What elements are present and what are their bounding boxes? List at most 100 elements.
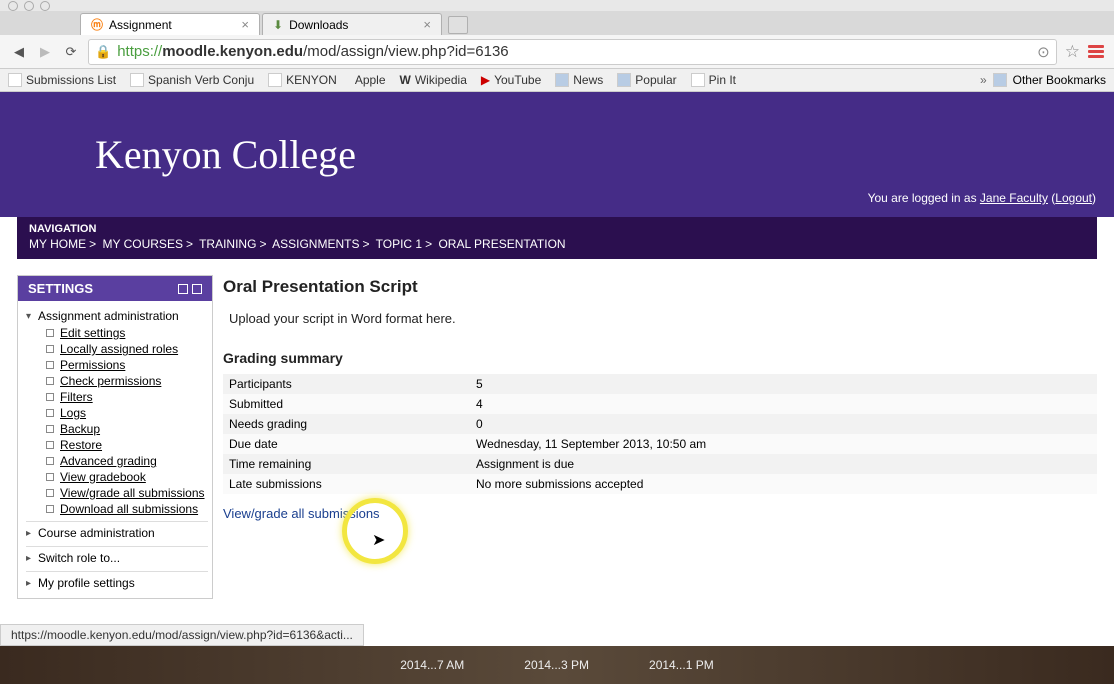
settings-link[interactable]: Backup [60,422,100,436]
settings-link[interactable]: Locally assigned roles [60,342,178,356]
square-icon [46,361,54,369]
settings-link[interactable]: Download all submissions [60,502,198,516]
settings-item[interactable]: View gradebook [46,469,208,485]
close-icon[interactable]: × [241,17,249,32]
close-icon[interactable]: × [423,17,431,32]
settings-item[interactable]: Check permissions [46,373,208,389]
crumb-training[interactable]: TRAINING [199,237,256,251]
bookmark-pin-it[interactable]: Pin It [691,73,736,87]
settings-item[interactable]: Edit settings [46,325,208,341]
page-icon [691,73,705,87]
settings-link[interactable]: Check permissions [60,374,161,388]
square-icon [46,345,54,353]
settings-item[interactable]: Filters [46,389,208,405]
bottom-item: 2014...3 PM [524,658,589,672]
reload-button[interactable]: ⟳ [62,43,80,61]
bookmark-wikipedia[interactable]: WWikipedia [400,73,467,87]
row-value: 4 [470,394,1097,414]
settings-item[interactable]: Backup [46,421,208,437]
site-header: Kenyon College You are logged in as Jane… [0,92,1114,217]
crumb-assignments[interactable]: ASSIGNMENTS [272,237,359,251]
settings-item[interactable]: View/grade all submissions [46,485,208,501]
settings-link[interactable]: Advanced grading [60,454,157,468]
row-label: Needs grading [223,414,470,434]
tree-item-course-admin[interactable]: ▸Course administration [26,521,208,542]
bookmark-kenyon[interactable]: KENYON [268,73,337,87]
bookmark-label: KENYON [286,73,337,87]
tree-item-switch-role[interactable]: ▸Switch role to... [26,546,208,567]
settings-item[interactable]: Restore [46,437,208,453]
logout-link[interactable]: Logout [1055,191,1092,205]
minimize-block-icon[interactable] [178,284,188,294]
other-bookmarks-label: Other Bookmarks [1013,73,1106,87]
bookmark-label: YouTube [494,73,541,87]
page: Kenyon College You are logged in as Jane… [0,92,1114,609]
row-value: No more submissions accepted [470,474,1097,494]
square-icon [46,505,54,513]
bottom-item: 2014...1 PM [649,658,714,672]
youtube-icon: ▶ [481,73,490,87]
url-box[interactable]: 🔒 https://moodle.kenyon.edu/mod/assign/v… [88,39,1057,65]
table-row: Time remainingAssignment is due [223,454,1097,474]
square-icon [46,329,54,337]
bookmark-popular[interactable]: Popular [617,73,676,87]
navigation-title: NAVIGATION [29,223,1085,237]
settings-item[interactable]: Locally assigned roles [46,341,208,357]
bookmark-label: Apple [355,73,386,87]
breadcrumb: MY HOME> MY COURSES> TRAINING> ASSIGNMEN… [29,237,1085,251]
settings-link[interactable]: Restore [60,438,102,452]
back-button[interactable]: ◀ [10,43,28,61]
url-text: https://moodle.kenyon.edu/mod/assign/vie… [117,43,1031,60]
menu-icon[interactable] [1088,45,1104,58]
bookmark-spanish-verb[interactable]: Spanish Verb Conju [130,73,254,87]
maximize-dot[interactable] [40,1,50,11]
close-dot[interactable] [8,1,18,11]
tab-assignment[interactable]: ⓜ Assignment × [80,13,260,35]
page-icon [8,73,22,87]
address-bar: ◀ ▶ ⟳ 🔒 https://moodle.kenyon.edu/mod/as… [0,35,1114,69]
bookmark-star-icon[interactable]: ☆ [1065,42,1080,62]
settings-item[interactable]: Permissions [46,357,208,373]
row-label: Due date [223,434,470,454]
tab-label: Assignment [109,18,172,32]
square-icon [46,393,54,401]
settings-link[interactable]: Edit settings [60,326,125,340]
crumb-my-courses[interactable]: MY COURSES [102,237,182,251]
forward-button[interactable]: ▶ [36,43,54,61]
caret-right-icon: ▸ [26,578,34,589]
settings-link[interactable]: View/grade all submissions [60,486,205,500]
bookmark-apple[interactable]: Apple [351,73,386,87]
crumb-my-home[interactable]: MY HOME [29,237,86,251]
crumb-oral-presentation[interactable]: ORAL PRESENTATION [438,237,565,251]
bookmark-label: Pin It [709,73,736,87]
settings-item[interactable]: Download all submissions [46,501,208,517]
settings-link[interactable]: Logs [60,406,86,420]
minimize-dot[interactable] [24,1,34,11]
settings-item[interactable]: Logs [46,405,208,421]
tree-label: Switch role to... [38,551,120,565]
square-icon [46,425,54,433]
search-icon[interactable]: ⊙ [1037,43,1050,61]
row-value: 0 [470,414,1097,434]
bookmark-label: Popular [635,73,676,87]
table-row: Late submissionsNo more submissions acce… [223,474,1097,494]
new-tab-button[interactable] [448,16,468,34]
tree-item-profile-settings[interactable]: ▸My profile settings [26,571,208,592]
bookmark-submissions-list[interactable]: Submissions List [8,73,116,87]
crumb-topic-1[interactable]: TOPIC 1 [376,237,422,251]
view-grade-link[interactable]: View/grade all submissions [223,506,380,521]
settings-link[interactable]: Filters [60,390,93,404]
bookmark-label: News [573,73,603,87]
bookmark-youtube[interactable]: ▶ YouTube [481,73,541,87]
tree-item-assignment-admin[interactable]: ▾Assignment administration [26,307,208,325]
other-bookmarks[interactable]: » Other Bookmarks [980,73,1106,87]
row-value: Assignment is due [470,454,1097,474]
dock-block-icon[interactable] [192,284,202,294]
settings-link[interactable]: Permissions [60,358,125,372]
tab-downloads[interactable]: ⬇ Downloads × [262,13,442,35]
bookmark-news[interactable]: News [555,73,603,87]
settings-item[interactable]: Advanced grading [46,453,208,469]
user-link[interactable]: Jane Faculty [980,191,1048,205]
settings-block: SETTINGS ▾Assignment administration Edit… [17,275,213,599]
settings-link[interactable]: View gradebook [60,470,146,484]
